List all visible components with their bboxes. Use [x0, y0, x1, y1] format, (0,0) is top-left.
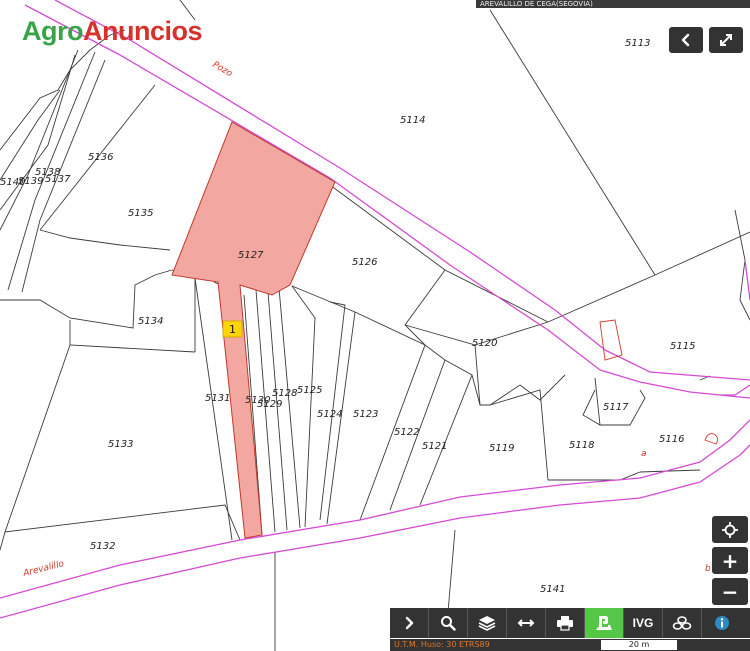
parcel-label: 5135 — [128, 208, 153, 219]
parcel-label: 5115 — [670, 341, 695, 352]
expand-icon — [720, 34, 732, 46]
parcel-label: 5116 — [659, 434, 684, 445]
parcel-label: 5124 — [317, 409, 342, 420]
search-button[interactable] — [429, 608, 468, 638]
info-icon — [714, 616, 729, 630]
parcel-label: 5125 — [297, 385, 322, 396]
parcel-label: 5131 — [205, 393, 230, 404]
parcel-label: 5126 — [352, 257, 377, 268]
parcel-label: 5121 — [422, 441, 447, 452]
layers-button[interactable] — [468, 608, 507, 638]
parcel-label: 5140 — [0, 177, 25, 188]
search-icon — [441, 616, 456, 631]
brand-logo[interactable]: AgroAnuncios — [22, 16, 203, 47]
parcel-label: 5119 — [489, 443, 514, 454]
parcel-label: 5128 — [272, 388, 297, 399]
misc-label-b: b — [705, 564, 711, 574]
measure-icon — [517, 619, 535, 627]
map-toolbar: IVG — [390, 608, 750, 638]
utm-readout: U.T.M. Huso: 30 ETRS89 — [394, 640, 490, 649]
measure-button[interactable] — [507, 608, 546, 638]
parcel-label: 5123 — [353, 409, 378, 420]
parcel-label: 5118 — [569, 440, 594, 451]
parcel-label: 5122 — [394, 427, 419, 438]
parcel-label: 5136 — [88, 152, 113, 163]
back-button[interactable] — [669, 27, 703, 53]
locate-icon — [722, 521, 738, 538]
parcel-marker-label: 1 — [229, 323, 236, 336]
parcel-label: 5134 — [138, 316, 163, 327]
coins-icon — [672, 616, 692, 630]
parcel-label: 5130 — [245, 395, 270, 406]
print-icon — [557, 616, 573, 631]
parcel-label: 5133 — [108, 439, 133, 450]
parcel-label: 5114 — [400, 115, 425, 126]
misc-label-a: a — [641, 449, 647, 459]
parcel-label: 5141 — [540, 584, 565, 595]
cadastral-map[interactable]: 5113 5114 5136 5138 5139 5137 5140 5135 … — [0, 0, 750, 651]
coins-button[interactable] — [663, 608, 702, 638]
parcel-label: 5127 — [238, 250, 264, 261]
brand-logo-agro: Agro — [22, 16, 84, 46]
brand-logo-anuncios: Anuncios — [83, 16, 203, 46]
parcel-label: 5117 — [603, 402, 629, 413]
print-button[interactable] — [546, 608, 585, 638]
parcel-marker[interactable]: 1 — [222, 320, 243, 338]
info-button[interactable] — [702, 608, 741, 638]
layers-icon — [478, 616, 496, 631]
locate-button[interactable] — [712, 516, 748, 543]
ivg-button[interactable]: IVG — [624, 608, 663, 638]
parcel-label: 5137 — [45, 174, 71, 185]
zoom-in-button[interactable]: + — [712, 547, 748, 574]
status-bar: U.T.M. Huso: 30 ETRS89 20 m — [390, 639, 750, 651]
fullscreen-button[interactable] — [709, 27, 743, 53]
parcel-label: 5113 — [625, 38, 650, 49]
parcel-label: 5120 — [472, 338, 497, 349]
parcel-tool-icon — [596, 616, 612, 630]
location-header: AREVALILLO DE CEGA(SEGOVIA) — [476, 0, 750, 8]
parcel-label: 5132 — [90, 541, 115, 552]
parcel-tool-button[interactable] — [585, 608, 624, 638]
chevron-right-icon — [405, 616, 414, 630]
chevron-left-icon — [681, 33, 690, 47]
expand-toolbar-button[interactable] — [390, 608, 429, 638]
zoom-out-button[interactable]: − — [712, 578, 748, 605]
scale-bar: 20 m — [600, 639, 678, 651]
